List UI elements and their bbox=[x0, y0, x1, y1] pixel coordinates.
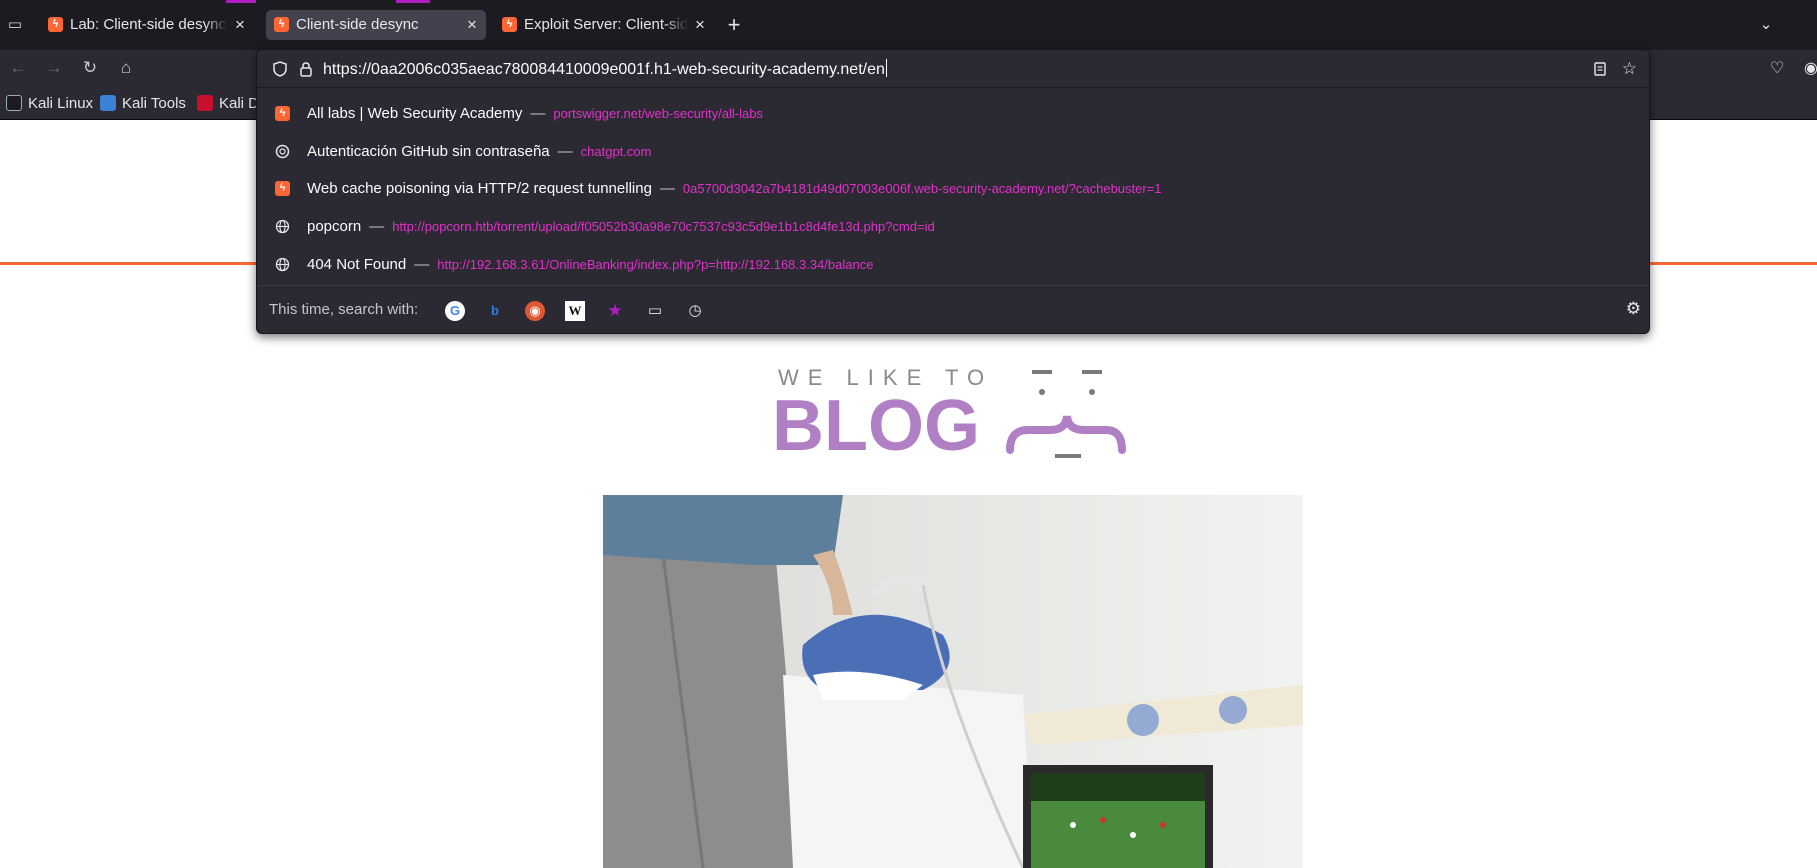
lock-icon[interactable] bbox=[297, 60, 315, 78]
suggestion-row[interactable]: ϟ All labs | Web Security Academy — portsw… bbox=[257, 95, 1649, 132]
home-button[interactable]: ⌂ bbox=[114, 56, 138, 80]
portswigger-icon: ϟ bbox=[502, 17, 517, 32]
suggestion-url: portswigger.net/web-security/all-labs bbox=[553, 106, 763, 121]
close-icon[interactable]: × bbox=[464, 10, 480, 40]
kali-dragon-icon bbox=[6, 95, 22, 111]
suggestion-url: http://popcorn.htb/torrent/upload/f05052… bbox=[392, 219, 935, 234]
portswigger-icon: ϟ bbox=[274, 17, 289, 32]
bookmark-label: Kali Tools bbox=[122, 95, 186, 112]
pocket-icon[interactable]: ♡ bbox=[1770, 58, 1784, 78]
blog-logo: WE LIKE TO BLOG bbox=[772, 365, 1126, 466]
bookmarks-icon[interactable]: ★ bbox=[605, 301, 625, 321]
suggestion-row[interactable]: 404 Not Found — http://192.168.3.61/Online… bbox=[257, 246, 1649, 283]
bookmark-star-icon[interactable]: ☆ bbox=[1622, 59, 1637, 79]
forward-button[interactable]: → bbox=[42, 56, 66, 80]
suggestion-row[interactable]: ϟ Web cache poisoning via HTTP/2 request… bbox=[257, 170, 1649, 207]
portswigger-icon: ϟ bbox=[275, 181, 290, 196]
search-with-bar: This time, search with: G b ◉ W ★ ▭ ◷ ⚙ bbox=[257, 285, 1649, 335]
url-dropdown-panel: https://0aa2006c035aeac780084410009e001f… bbox=[256, 49, 1650, 334]
tab-exploit-server[interactable]: ϟ Exploit Server: Client-side desync × bbox=[494, 10, 714, 40]
close-icon[interactable]: × bbox=[692, 10, 708, 40]
url-input[interactable]: https://0aa2006c035aeac780084410009e001f… bbox=[323, 59, 887, 80]
suggestion-url: 0a5700d3042a7b4181d49d07003e006f.web-sec… bbox=[682, 181, 1162, 196]
suggestion-title: All labs | Web Security Academy bbox=[307, 105, 523, 122]
tab-accent-indicator bbox=[226, 0, 256, 3]
history-icon[interactable]: ◷ bbox=[685, 301, 705, 321]
chatgpt-icon bbox=[275, 144, 290, 159]
portswigger-icon: ϟ bbox=[275, 106, 290, 121]
tab-strip: ▭ ϟ Lab: Client-side desync | Web Securi… bbox=[0, 0, 1817, 50]
url-input-value: https://0aa2006c035aeac780084410009e001f… bbox=[323, 61, 885, 78]
suggestion-title: 404 Not Found bbox=[307, 256, 407, 273]
logo-wordmark: BLOG bbox=[772, 386, 980, 466]
text-caret bbox=[885, 59, 887, 77]
close-icon[interactable]: × bbox=[232, 10, 248, 40]
portswigger-icon: ϟ bbox=[48, 17, 63, 32]
bookmark-label: Kali Linux bbox=[28, 95, 94, 112]
bookmark-kali-linux[interactable]: Kali Linux bbox=[6, 94, 93, 114]
bookmark-kali-tools[interactable]: Kali Tools bbox=[100, 94, 186, 114]
account-icon[interactable]: ◉ bbox=[1804, 58, 1817, 78]
gear-icon[interactable]: ⚙ bbox=[1626, 299, 1641, 319]
back-button[interactable]: ← bbox=[6, 56, 30, 80]
chevron-down-icon[interactable]: ⌄ bbox=[1754, 10, 1778, 40]
new-tab-button[interactable]: + bbox=[722, 10, 746, 40]
tab-lab[interactable]: ϟ Lab: Client-side desync | Web Security… bbox=[40, 10, 254, 40]
shield-icon[interactable] bbox=[271, 60, 289, 78]
tab-client-side-desync[interactable]: ϟ Client-side desync × bbox=[266, 10, 486, 40]
bookmark-kali-docs[interactable]: Kali Docs bbox=[197, 94, 257, 114]
reader-view-icon[interactable] bbox=[1591, 60, 1609, 78]
tab-accent-indicator bbox=[396, 0, 430, 3]
tabs-icon[interactable]: ▭ bbox=[645, 301, 665, 321]
bing-icon[interactable]: b bbox=[485, 301, 505, 321]
wikipedia-icon[interactable]: W bbox=[565, 301, 585, 321]
globe-icon bbox=[275, 219, 290, 234]
suggestion-title: Autenticación GitHub sin contraseña bbox=[307, 143, 550, 160]
duckduckgo-icon[interactable]: ◉ bbox=[525, 301, 545, 321]
suggestion-row[interactable]: Autenticación GitHub sin contraseña — chat… bbox=[257, 133, 1649, 170]
suggestion-title: popcorn bbox=[307, 218, 362, 235]
search-with-label: This time, search with: bbox=[269, 301, 419, 318]
suggestion-url: chatgpt.com bbox=[580, 144, 652, 159]
suggestion-row[interactable]: popcorn — http://popcorn.htb/torrent/uploa… bbox=[257, 208, 1649, 245]
tab-title: Client-side desync bbox=[296, 16, 419, 33]
kali-tools-icon bbox=[100, 95, 116, 111]
tab-manager-icon[interactable]: ▭ bbox=[4, 14, 26, 36]
reload-button[interactable]: ↻ bbox=[78, 56, 102, 80]
suggestion-title: Web cache poisoning via HTTP/2 request t… bbox=[307, 180, 652, 197]
url-bar[interactable]: https://0aa2006c035aeac780084410009e001f… bbox=[257, 50, 1649, 88]
blog-hero-image bbox=[603, 495, 1303, 868]
bookmark-label: Kali Docs bbox=[219, 95, 257, 112]
suggestion-url: http://192.168.3.61/OnlineBanking/index.… bbox=[437, 257, 874, 272]
google-icon[interactable]: G bbox=[445, 301, 465, 321]
globe-icon bbox=[275, 257, 290, 272]
kali-docs-icon bbox=[197, 95, 213, 111]
